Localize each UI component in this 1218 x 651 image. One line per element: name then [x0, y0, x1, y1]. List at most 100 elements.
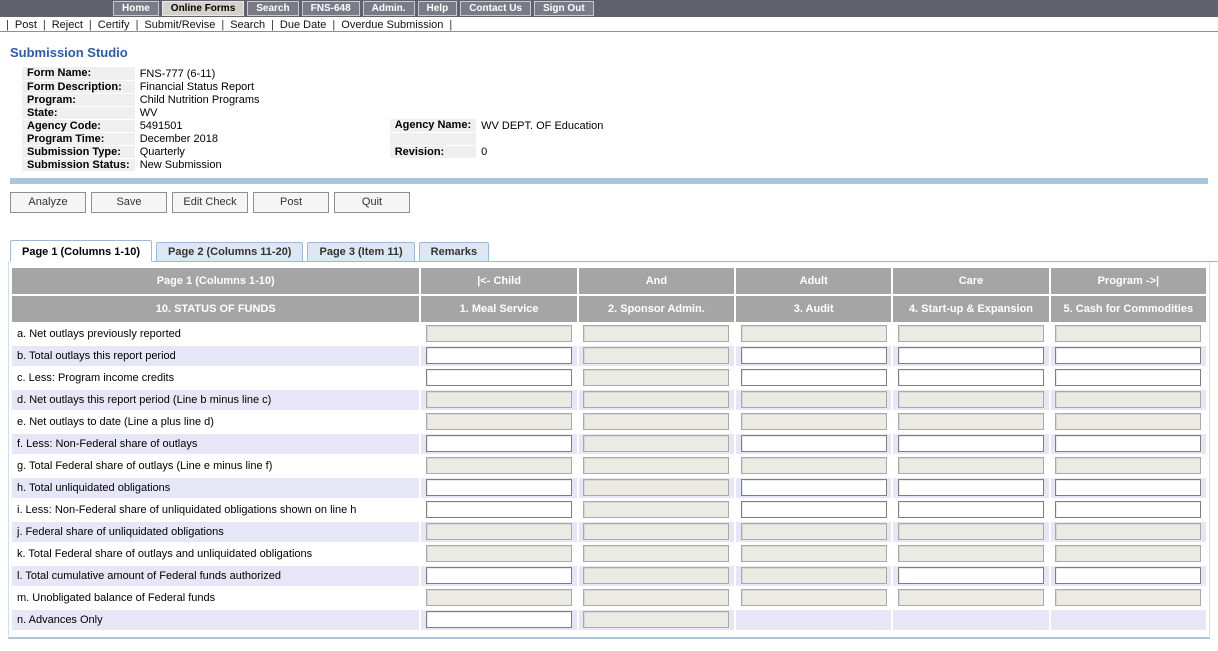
- action-link-certify[interactable]: Certify: [98, 19, 130, 31]
- amount-input-i-col2: [583, 501, 730, 518]
- table-row: c. Less: Program income credits: [12, 367, 1206, 388]
- nav-button-home[interactable]: Home: [113, 1, 159, 16]
- amount-cell: [736, 543, 892, 564]
- table-row: h. Total unliquidated obligations: [12, 477, 1206, 498]
- row-label: h. Total unliquidated obligations: [12, 477, 420, 498]
- nav-button-online-forms[interactable]: Online Forms: [161, 1, 245, 16]
- info-field-label: Form Description:: [22, 80, 135, 94]
- amount-input-k-col1: [426, 545, 573, 562]
- action-link-search[interactable]: Search: [230, 19, 265, 31]
- info-field-label: Agency Name:: [389, 119, 477, 133]
- amount-input-f-col4[interactable]: [897, 435, 1044, 452]
- column-group-header: |<- Child: [421, 267, 577, 294]
- info-field-label: [389, 132, 477, 146]
- action-link-post[interactable]: Post: [15, 19, 37, 31]
- amount-cell: [421, 411, 577, 432]
- analyze-button[interactable]: Analyze: [10, 191, 86, 213]
- nav-button-admin[interactable]: Admin.: [362, 1, 415, 16]
- amount-cell: [421, 543, 577, 564]
- amount-input-c-col5[interactable]: [1055, 369, 1202, 386]
- amount-input-c-col1[interactable]: [426, 369, 573, 386]
- amount-input-h-col3[interactable]: [740, 479, 887, 496]
- row-label: e. Net outlays to date (Line a plus line…: [12, 411, 420, 432]
- amount-input-g-col1: [426, 457, 573, 474]
- amount-cell: [736, 499, 892, 520]
- action-link-due-date[interactable]: Due Date: [280, 19, 326, 31]
- amount-cell: [736, 455, 892, 476]
- amount-input-k-col4: [897, 545, 1044, 562]
- action-link-submit-revise[interactable]: Submit/Revise: [144, 19, 215, 31]
- action-link-overdue-submission[interactable]: Overdue Submission: [341, 19, 443, 31]
- amount-input-b-col1[interactable]: [426, 347, 573, 364]
- edit-check-button[interactable]: Edit Check: [172, 191, 248, 213]
- tab-page-2-columns-11-20[interactable]: Page 2 (Columns 11-20): [155, 241, 304, 262]
- amount-input-c-col4[interactable]: [897, 369, 1044, 386]
- amount-input-f-col3[interactable]: [740, 435, 887, 452]
- nav-button-fns-648[interactable]: FNS-648: [301, 1, 360, 16]
- amount-cell: [736, 565, 892, 586]
- info-field-value: WV: [139, 106, 158, 119]
- row-label: m. Unobligated balance of Federal funds: [12, 587, 420, 608]
- amount-cell: [578, 543, 735, 564]
- amount-input-l-col1[interactable]: [426, 567, 573, 584]
- table-row: k. Total Federal share of outlays and un…: [12, 543, 1206, 564]
- quit-button[interactable]: Quit: [334, 191, 410, 213]
- amount-input-i-col4[interactable]: [897, 501, 1044, 518]
- pipe-separator: |: [332, 19, 336, 31]
- amount-input-a-col4: [897, 325, 1044, 342]
- amount-cell: [736, 609, 892, 630]
- amount-input-b-col5[interactable]: [1055, 347, 1202, 364]
- column-group-header: Program ->|: [1050, 267, 1206, 294]
- amount-input-n-col1[interactable]: [426, 611, 573, 628]
- amount-cell: [1050, 367, 1206, 388]
- amount-cell: [578, 499, 735, 520]
- info-field-value: Financial Status Report: [139, 80, 255, 93]
- amount-input-h-col5[interactable]: [1055, 479, 1202, 496]
- amount-input-b-col3[interactable]: [740, 347, 887, 364]
- amount-input-b-col2: [583, 347, 730, 364]
- amount-input-f-col1[interactable]: [426, 435, 573, 452]
- post-button[interactable]: Post: [253, 191, 329, 213]
- amount-cell: [578, 367, 735, 388]
- amount-cell: [736, 521, 892, 542]
- amount-input-m-col4: [897, 589, 1044, 606]
- row-label: l. Total cumulative amount of Federal fu…: [12, 565, 420, 586]
- save-button[interactable]: Save: [91, 191, 167, 213]
- amount-input-i-col1[interactable]: [426, 501, 573, 518]
- amount-input-i-col3[interactable]: [740, 501, 887, 518]
- row-label: j. Federal share of unliquidated obligat…: [12, 521, 420, 542]
- nav-button-sign-out[interactable]: Sign Out: [533, 1, 594, 16]
- tab-page-1-columns-1-10[interactable]: Page 1 (Columns 1-10): [10, 239, 152, 262]
- submission-action-bar: | Post | Reject | Certify | Submit/Revise | Searc…: [0, 17, 1218, 32]
- amount-input-n-col2: [583, 611, 730, 628]
- amount-cell: [893, 411, 1049, 432]
- amount-input-h-col1[interactable]: [426, 479, 573, 496]
- action-link-reject[interactable]: Reject: [52, 19, 83, 31]
- amount-input-a-col5: [1055, 325, 1202, 342]
- nav-button-contact-us[interactable]: Contact Us: [460, 1, 531, 16]
- info-field-value: WV DEPT. OF Education: [481, 119, 604, 132]
- nav-button-help[interactable]: Help: [417, 1, 458, 16]
- amount-input-l-col4[interactable]: [897, 567, 1044, 584]
- amount-cell: [893, 455, 1049, 476]
- amount-input-h-col4[interactable]: [897, 479, 1044, 496]
- amount-cell: [421, 587, 577, 608]
- amount-input-c-col3[interactable]: [740, 369, 887, 386]
- amount-input-g-col5: [1055, 457, 1202, 474]
- pipe-separator: |: [221, 19, 225, 31]
- column-header: 3. Audit: [736, 295, 892, 322]
- tab-page-3-item-11[interactable]: Page 3 (Item 11): [307, 241, 415, 262]
- table-row: e. Net outlays to date (Line a plus line…: [12, 411, 1206, 432]
- nav-button-search[interactable]: Search: [247, 1, 299, 16]
- info-field-value: FNS-777 (6-11): [139, 67, 216, 80]
- amount-cell: [893, 389, 1049, 410]
- row-label: c. Less: Program income credits: [12, 367, 420, 388]
- amount-input-l-col5[interactable]: [1055, 567, 1202, 584]
- amount-cell: [1050, 323, 1206, 344]
- column-header: 5. Cash for Commodities: [1050, 295, 1206, 322]
- amount-cell: [736, 477, 892, 498]
- amount-input-f-col5[interactable]: [1055, 435, 1202, 452]
- amount-input-i-col5[interactable]: [1055, 501, 1202, 518]
- tab-remarks[interactable]: Remarks: [418, 241, 490, 262]
- amount-input-b-col4[interactable]: [897, 347, 1044, 364]
